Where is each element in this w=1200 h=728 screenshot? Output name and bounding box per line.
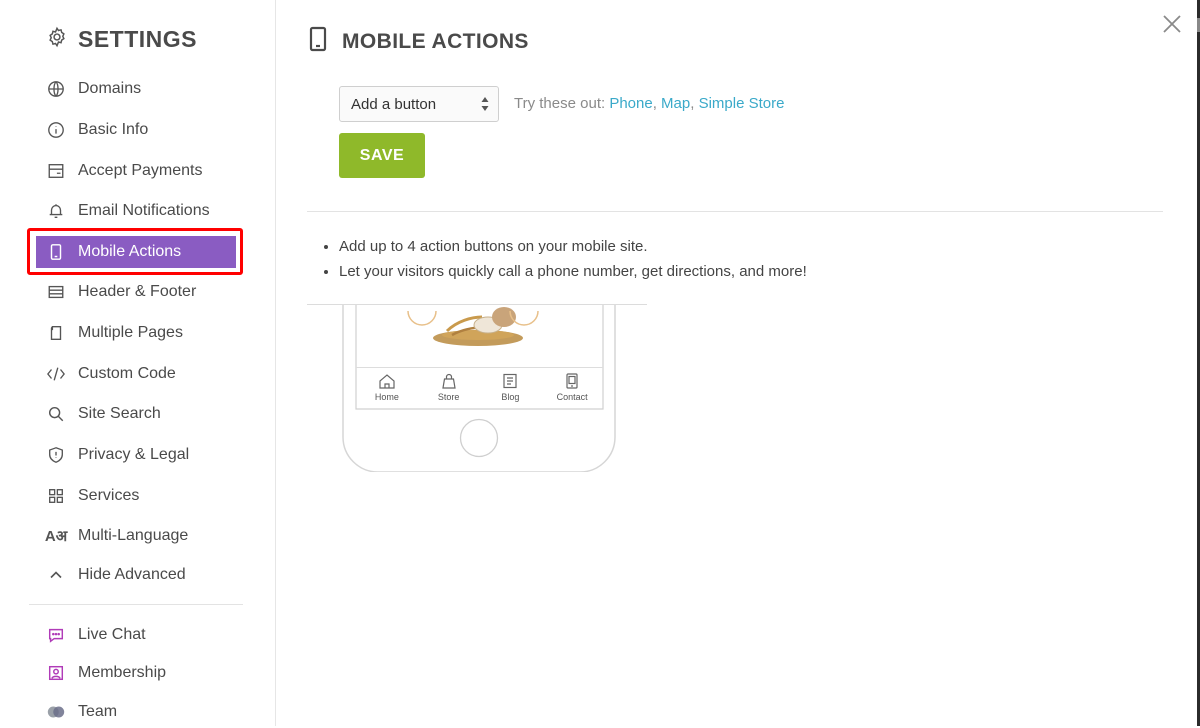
home-button-circle: [459, 418, 499, 458]
select-arrows-icon: [481, 96, 489, 116]
sidebar-item-label: Accept Payments: [78, 162, 203, 179]
sidebar-item-label: Site Search: [78, 405, 161, 422]
sidebar-item-site-search[interactable]: Site Search: [36, 398, 236, 430]
sidebar-item-email-notifications[interactable]: Email Notifications: [36, 195, 236, 227]
select-value: Add a button: [351, 95, 437, 113]
sidebar-title: SETTINGS: [78, 26, 198, 52]
team-icon: [46, 702, 66, 722]
suggestions-prefix: Try these out:: [514, 95, 606, 112]
search-icon: [46, 404, 66, 424]
sidebar-item-custom-code[interactable]: Custom Code: [36, 358, 236, 390]
sidebar-item-membership[interactable]: Membership: [36, 657, 236, 689]
sidebar-item-label: Multiple Pages: [78, 324, 183, 341]
sidebar-item-header-footer[interactable]: Header & Footer: [36, 276, 236, 308]
close-icon: [1163, 15, 1181, 33]
mobile-icon: [308, 26, 328, 57]
suggestion-map-link[interactable]: Map: [661, 95, 690, 112]
phone-tab-bar: Home Store Blog Contact: [356, 367, 603, 409]
tab-label: Blog: [501, 392, 520, 402]
sidebar-item-label: Email Notifications: [78, 202, 210, 219]
sidebar-item-mobile-actions[interactable]: Mobile Actions: [36, 236, 236, 268]
grid-icon: [46, 486, 66, 506]
sidebar-item-accept-payments[interactable]: Accept Payments: [36, 155, 236, 187]
phone-tab-store: Store: [418, 368, 480, 409]
payment-icon: [46, 161, 66, 181]
sidebar-item-label: Header & Footer: [78, 283, 197, 300]
bag-icon: [441, 373, 456, 389]
suggestion-phone-link[interactable]: Phone: [609, 95, 652, 112]
globe-icon: [46, 79, 66, 99]
main-divider: [307, 211, 1163, 212]
sidebar-item-label: Hide Advanced: [78, 566, 186, 583]
sidebar-item-label: Team: [78, 703, 118, 720]
page-title: MOBILE ACTIONS: [342, 29, 529, 53]
sidebar-item-basic-info[interactable]: Basic Info: [36, 114, 236, 146]
sidebar-item-privacy-legal[interactable]: Privacy & Legal: [36, 439, 236, 471]
info-bullets: Add up to 4 action buttons on your mobil…: [322, 234, 807, 284]
suggestion-simple-store-link[interactable]: Simple Store: [699, 95, 785, 112]
sidebar-item-label: Mobile Actions: [78, 243, 182, 260]
sidebar-item-multi-language[interactable]: Aअ Multi-Language: [36, 520, 236, 552]
phone-tab-contact: Contact: [541, 368, 603, 409]
close-button[interactable]: [1160, 12, 1184, 36]
sidebar-item-label: Live Chat: [78, 626, 146, 643]
sidebar-item-live-chat[interactable]: Live Chat: [36, 619, 236, 651]
header-footer-icon: [46, 282, 66, 302]
list-item: Let your visitors quickly call a phone n…: [339, 259, 807, 284]
sidebar-item-team[interactable]: Team: [36, 696, 236, 728]
info-icon: [46, 120, 66, 140]
main-header: MOBILE ACTIONS: [308, 26, 529, 57]
mobile-icon: [46, 242, 66, 262]
sidebar-item-label: Domains: [78, 80, 142, 97]
sidebar-item-domains[interactable]: Domains: [36, 73, 236, 105]
bell-icon: [46, 201, 66, 221]
sidebar-divider: [29, 604, 243, 605]
sidebar-item-label: Membership: [78, 664, 167, 681]
phone-tab-blog: Blog: [480, 368, 542, 409]
membership-icon: [46, 663, 66, 683]
contact-icon: [566, 373, 578, 389]
add-button-select[interactable]: Add a button: [339, 86, 499, 122]
tab-label: Home: [374, 392, 399, 402]
blog-icon: [503, 373, 517, 389]
tab-label: Store: [437, 392, 460, 402]
pages-icon: [46, 323, 66, 343]
chat-icon: [46, 625, 66, 645]
home-icon: [379, 374, 395, 389]
chevron-up-icon: [46, 565, 66, 585]
save-button[interactable]: SAVE: [339, 133, 425, 178]
language-icon: Aअ: [44, 528, 68, 545]
sidebar-item-hide-advanced[interactable]: Hide Advanced: [36, 559, 236, 591]
sidebar-item-multiple-pages[interactable]: Multiple Pages: [36, 317, 236, 349]
sidebar-item-label: Multi-Language: [78, 527, 189, 544]
gear-icon: [46, 26, 68, 53]
sidebar-item-label: Services: [78, 487, 140, 504]
list-item: Add up to 4 action buttons on your mobil…: [339, 234, 807, 259]
tab-label: Contact: [556, 392, 588, 402]
settings-sidebar: SETTINGS Domains Basic Info Accept Payme…: [0, 0, 276, 726]
phone-tab-home: Home: [356, 368, 418, 409]
shield-icon: [46, 445, 66, 465]
suggestions-text: Try these out: Phone, Map, Simple Store: [514, 95, 785, 112]
sidebar-item-services[interactable]: Services: [36, 480, 236, 512]
sidebar-item-label: Basic Info: [78, 121, 149, 138]
sidebar-item-label: Privacy & Legal: [78, 446, 190, 463]
code-icon: [46, 364, 66, 384]
sidebar-item-label: Custom Code: [78, 365, 176, 382]
sidebar-header: SETTINGS: [46, 26, 197, 53]
